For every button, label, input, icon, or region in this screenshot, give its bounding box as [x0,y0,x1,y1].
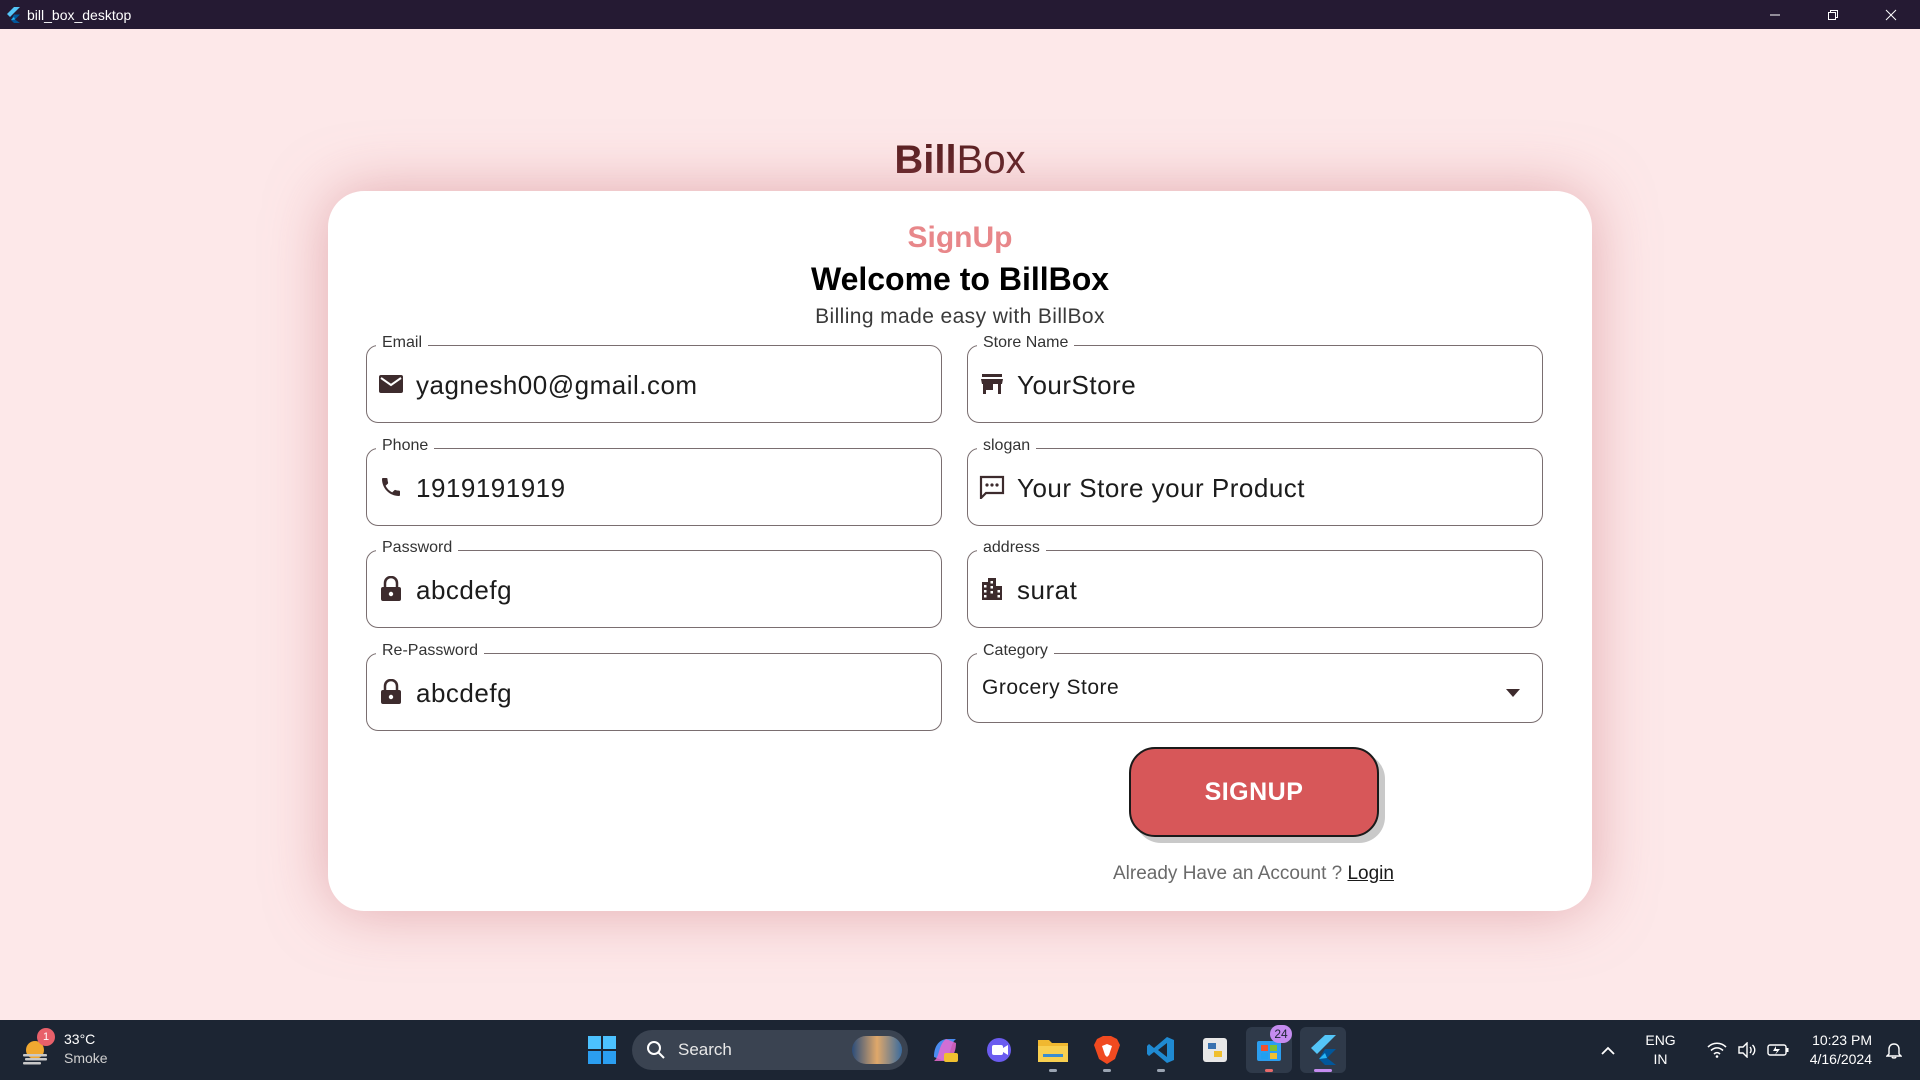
search-placeholder: Search [678,1040,732,1059]
phone-field[interactable]: Phone 1919191919 [366,437,942,526]
running-indicator [1049,1069,1057,1072]
brand-light: Box [956,138,1026,182]
notification-badge: 24 [1270,1025,1292,1043]
tagline: Billing made easy with BillBox [815,305,1105,328]
language-indicator[interactable]: ENG IN [1645,1031,1675,1069]
slogan-label: slogan [977,437,1037,455]
volume-icon [1737,1042,1757,1058]
slogan-value: Your Store your Product [1017,473,1306,503]
search-highlight-icon [852,1036,902,1064]
chevron-up-icon[interactable] [1593,1046,1623,1055]
login-link[interactable]: Login [1347,863,1394,884]
vscode-icon[interactable] [1138,1027,1184,1073]
window-title: bill_box_desktop [27,6,132,23]
signup-heading: SignUp [907,221,1013,254]
phone-label: Phone [376,437,435,455]
store-name-field[interactable]: Store Name YourStore [967,334,1543,423]
store-icon [978,370,1006,398]
taskbar-search[interactable]: Search [632,1030,908,1070]
slogan-field[interactable]: slogan Your Store your Product [967,437,1543,526]
taskbar-center: Search 24 [580,1025,1350,1073]
active-indicator [1314,1069,1332,1072]
battery-icon [1767,1043,1789,1057]
mail-icon [377,370,405,398]
quick-settings[interactable] [1702,1042,1794,1058]
email-value: yagnesh00@gmail.com [416,370,698,400]
window-controls [1746,0,1920,29]
password-field[interactable]: Password abcdefg [366,539,942,628]
brand-bold: Bill [894,138,957,182]
address-value: surat [1017,575,1078,605]
meet-icon[interactable] [976,1027,1022,1073]
clock-date: 4/16/2024 [1809,1051,1872,1067]
address-label: address [977,539,1046,557]
notification-bell-icon[interactable] [1886,1041,1902,1059]
system-tray: ENG IN 10:23 PM 4/16/2024 [1593,1020,1920,1080]
chat-icon [978,473,1006,501]
building-icon [978,575,1006,603]
wifi-icon [1707,1042,1727,1058]
store-name-value: YourStore [1017,370,1137,400]
category-value: Grocery Store [982,676,1120,699]
welcome-title: Welcome to BillBox [810,261,1110,297]
running-indicator [1103,1069,1111,1072]
restore-button[interactable] [1804,0,1862,29]
file-explorer-icon[interactable] [1030,1027,1076,1073]
category-select[interactable]: Category Grocery Store [967,642,1543,723]
weather-condition: Smoke [64,1050,108,1066]
language-line2: IN [1653,1051,1668,1067]
search-icon [646,1040,666,1060]
email-field[interactable]: Email yagnesh00@gmail.com [366,334,942,423]
weather-text: 33°C Smoke [64,1030,108,1068]
weather-temp: 33°C [64,1031,96,1047]
flutter-icon [5,6,21,23]
running-indicator [1157,1069,1165,1072]
flutter-app-icon[interactable] [1300,1027,1346,1073]
running-indicator [1265,1069,1273,1072]
store-name-label: Store Name [977,334,1075,352]
signup-card: SignUp Welcome to BillBox Billing made e… [328,191,1592,911]
clock-time: 10:23 PM [1812,1032,1872,1048]
weather-icon: 1 [20,1028,55,1066]
brave-icon[interactable] [1084,1027,1130,1073]
phone-icon [377,473,405,501]
clock[interactable]: 10:23 PM 4/16/2024 [1810,1031,1872,1069]
login-prompt: Already Have an Account ? Login [1113,863,1394,885]
re-password-field[interactable]: Re-Password abcdefg [366,642,942,731]
brand-logo: BillBox [0,138,1920,183]
title-bar: bill_box_desktop [0,0,1920,29]
category-label: Category [977,642,1054,660]
password-value: abcdefg [416,575,513,605]
store-app-icon[interactable]: 24 [1246,1025,1292,1073]
already-text: Already Have an Account ? [1113,863,1348,884]
lock-icon [377,678,405,706]
weather-widget[interactable]: 1 33°C Smoke [20,1028,108,1068]
weather-badge: 1 [37,1028,55,1046]
dropdown-caret-icon[interactable] [1506,684,1520,702]
python-icon[interactable] [1192,1027,1238,1073]
close-window-button[interactable] [1862,0,1920,29]
re-password-label: Re-Password [376,642,485,660]
address-field[interactable]: address surat [967,539,1543,628]
language-line1: ENG [1645,1032,1676,1048]
password-label: Password [376,539,459,557]
re-password-value: abcdefg [416,678,513,708]
minimize-button[interactable] [1746,0,1804,29]
copilot-icon[interactable] [922,1027,968,1073]
taskbar: 1 33°C Smoke Search 24 ENG IN 10:23 PM 4… [0,1020,1920,1080]
signup-button[interactable]: SIGNUP [1129,747,1379,837]
windows-start-icon[interactable] [580,1028,624,1072]
email-label: Email [376,334,429,352]
phone-value: 1919191919 [416,473,566,503]
lock-icon [377,575,405,603]
